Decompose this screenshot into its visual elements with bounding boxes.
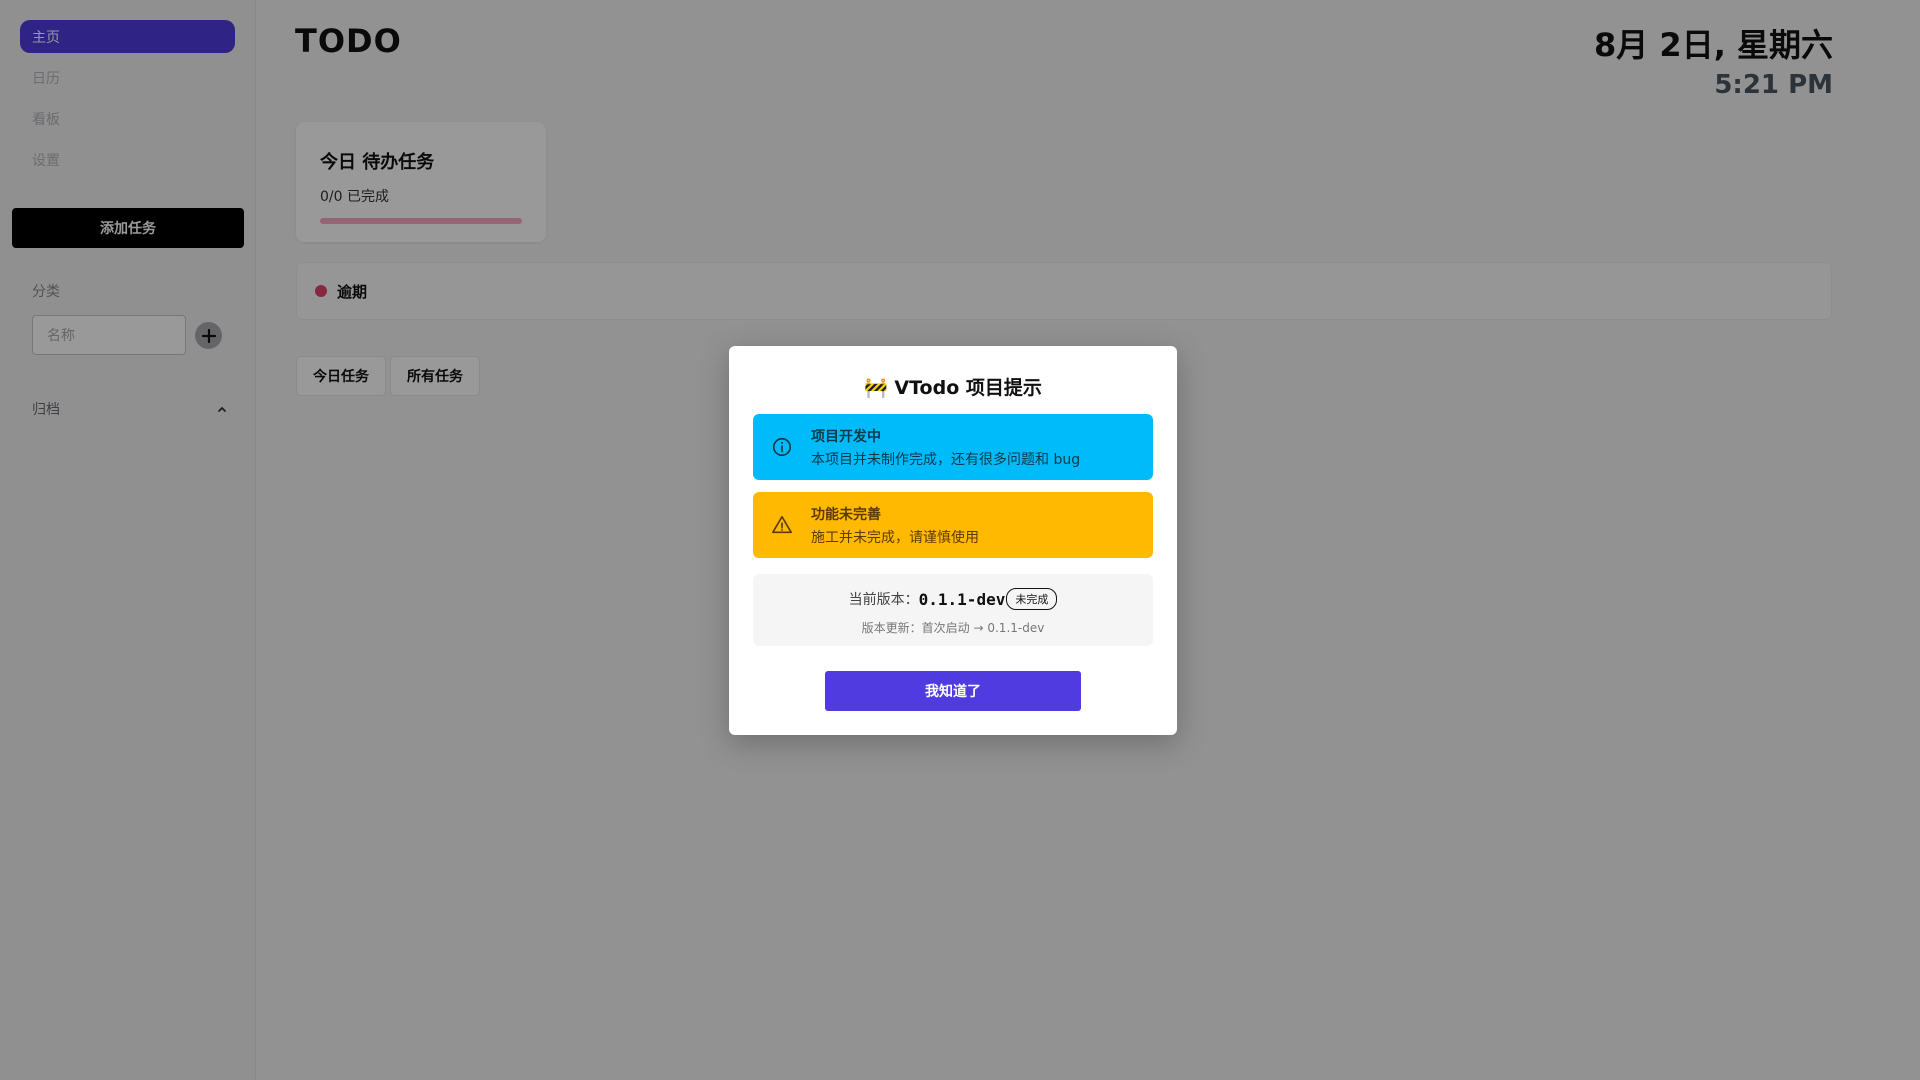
version-label: 当前版本： [848, 592, 919, 608]
info-alert-title: 项目开发中 [811, 428, 881, 445]
info-icon [772, 437, 792, 457]
dialog-title: 🚧 VTodo 项目提示 [864, 376, 1042, 399]
version-update-text: 版本更新：首次启动 → 0.1.1-dev [861, 621, 1045, 635]
warning-alert: 功能未完善 施工并未完成，请谨慎使用 [753, 492, 1153, 558]
info-alert: 项目开发中 本项目并未制作完成，还有很多问题和 bug [753, 414, 1153, 480]
version-number: 0.1.1-dev [918, 589, 1006, 609]
version-status-badge: 未完成 [1006, 588, 1058, 610]
warning-alert-message: 施工并未完成，请谨慎使用 [811, 529, 979, 546]
version-line: 当前版本： 0.1.1-dev 未完成 [753, 588, 1153, 610]
warning-icon [772, 515, 792, 534]
project-notice-dialog: 🚧 VTodo 项目提示 项目开发中 本项目并未制作完成，还有很多问题和 bug… [729, 346, 1177, 735]
warning-alert-title: 功能未完善 [811, 506, 881, 523]
version-info-box: 当前版本： 0.1.1-dev 未完成 版本更新：首次启动 → 0.1.1-de… [753, 574, 1153, 646]
acknowledge-button[interactable]: 我知道了 [825, 671, 1081, 711]
info-alert-message: 本项目并未制作完成，还有很多问题和 bug [811, 451, 1081, 468]
